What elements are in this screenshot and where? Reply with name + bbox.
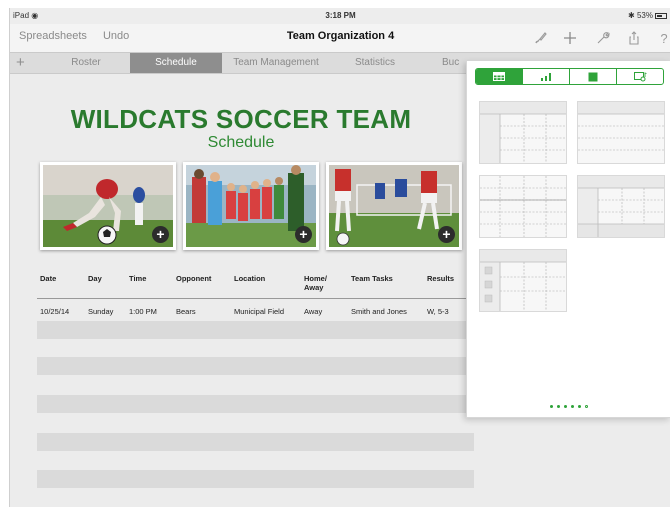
add-photo-button[interactable]: + — [295, 226, 312, 243]
team-title[interactable]: WILDCATS SOCCER TEAM — [10, 104, 472, 135]
table-row[interactable] — [37, 321, 474, 339]
battery-status: ✱ 53% — [628, 11, 667, 20]
add-sheet-button[interactable]: + — [16, 53, 25, 72]
col-header-day[interactable]: Day — [88, 274, 102, 283]
plus-icon[interactable] — [560, 27, 580, 49]
tab-schedule[interactable]: Schedule — [130, 53, 222, 73]
undo-button[interactable]: Undo — [103, 30, 129, 42]
team-photo-3[interactable]: + — [326, 162, 462, 250]
status-bar: iPad ◉ 3:18 PM ✱ 53% — [10, 8, 670, 24]
table-row[interactable] — [37, 395, 474, 413]
tab-statistics[interactable]: Statistics — [338, 53, 412, 73]
add-photo-button[interactable]: + — [438, 226, 455, 243]
media-icon[interactable] — [617, 69, 663, 84]
help-icon[interactable]: ? — [654, 27, 670, 49]
cell-opponent[interactable]: Bears — [176, 307, 196, 316]
brush-icon[interactable] — [531, 27, 551, 49]
wrench-icon[interactable] — [593, 27, 613, 49]
table-style-thumbnail-2[interactable] — [577, 101, 665, 164]
table-style-thumbnail-4[interactable] — [577, 175, 665, 238]
bluetooth-icon: ✱ — [628, 11, 635, 20]
insert-type-selector — [475, 68, 664, 85]
col-header-time[interactable]: Time — [129, 274, 146, 283]
table-style-thumbnail-1[interactable] — [479, 101, 567, 164]
soccer-photo-image: + — [329, 165, 459, 247]
col-header-results[interactable]: Results — [427, 274, 454, 283]
table-style-thumbnail-3[interactable] — [479, 175, 567, 238]
add-photo-button[interactable]: + — [152, 226, 169, 243]
ipad-screen: iPad ◉ 3:18 PM ✱ 53% Spreadsheets Undo T… — [9, 8, 670, 507]
page-dot — [571, 405, 574, 408]
col-header-date[interactable]: Date — [40, 274, 56, 283]
cell-team-tasks[interactable]: Smith and Jones — [351, 307, 407, 316]
page-indicator[interactable] — [467, 405, 670, 408]
spreadsheets-button[interactable]: Spreadsheets — [19, 30, 87, 42]
table-icon[interactable] — [476, 69, 523, 84]
col-header-opponent[interactable]: Opponent — [176, 274, 211, 283]
cell-date[interactable]: 10/25/14 — [40, 307, 69, 316]
toolbar: Spreadsheets Undo Team Organization 4 ? — [10, 24, 670, 52]
chart-icon[interactable] — [523, 69, 570, 84]
page-dot — [557, 405, 560, 408]
cell-home-away[interactable]: Away — [304, 307, 322, 316]
cell-day[interactable]: Sunday — [88, 307, 113, 316]
team-photo-2[interactable]: + — [183, 162, 319, 250]
team-photo-1[interactable]: + — [40, 162, 176, 250]
insert-popover — [466, 61, 670, 418]
page-dot — [550, 405, 553, 408]
status-time: 3:18 PM — [325, 11, 356, 20]
table-style-thumbnail-5[interactable] — [479, 249, 567, 312]
table-row[interactable] — [37, 470, 474, 488]
soccer-photo-image: + — [186, 165, 316, 247]
col-header-team-tasks[interactable]: Team Tasks — [351, 274, 393, 283]
table-row[interactable] — [37, 433, 474, 451]
col-header-location[interactable]: Location — [234, 274, 265, 283]
share-icon[interactable] — [624, 27, 644, 49]
tab-roster[interactable]: Roster — [50, 53, 122, 73]
cell-time[interactable]: 1:00 PM — [129, 307, 157, 316]
table-row[interactable] — [37, 357, 474, 375]
team-subtitle[interactable]: Schedule — [10, 134, 472, 152]
shape-icon[interactable] — [570, 69, 617, 84]
page-dot — [564, 405, 567, 408]
header-divider — [37, 298, 474, 299]
page-dot-current — [578, 405, 581, 408]
col-header-home-away[interactable]: Home/ Away — [304, 274, 332, 292]
page-dot — [585, 405, 588, 408]
tab-team-management[interactable]: Team Management — [224, 53, 328, 73]
battery-icon — [655, 12, 667, 19]
cell-location[interactable]: Municipal Field — [234, 307, 284, 316]
cell-results[interactable]: W, 5-3 — [427, 307, 449, 316]
soccer-photo-image: + — [43, 165, 173, 247]
